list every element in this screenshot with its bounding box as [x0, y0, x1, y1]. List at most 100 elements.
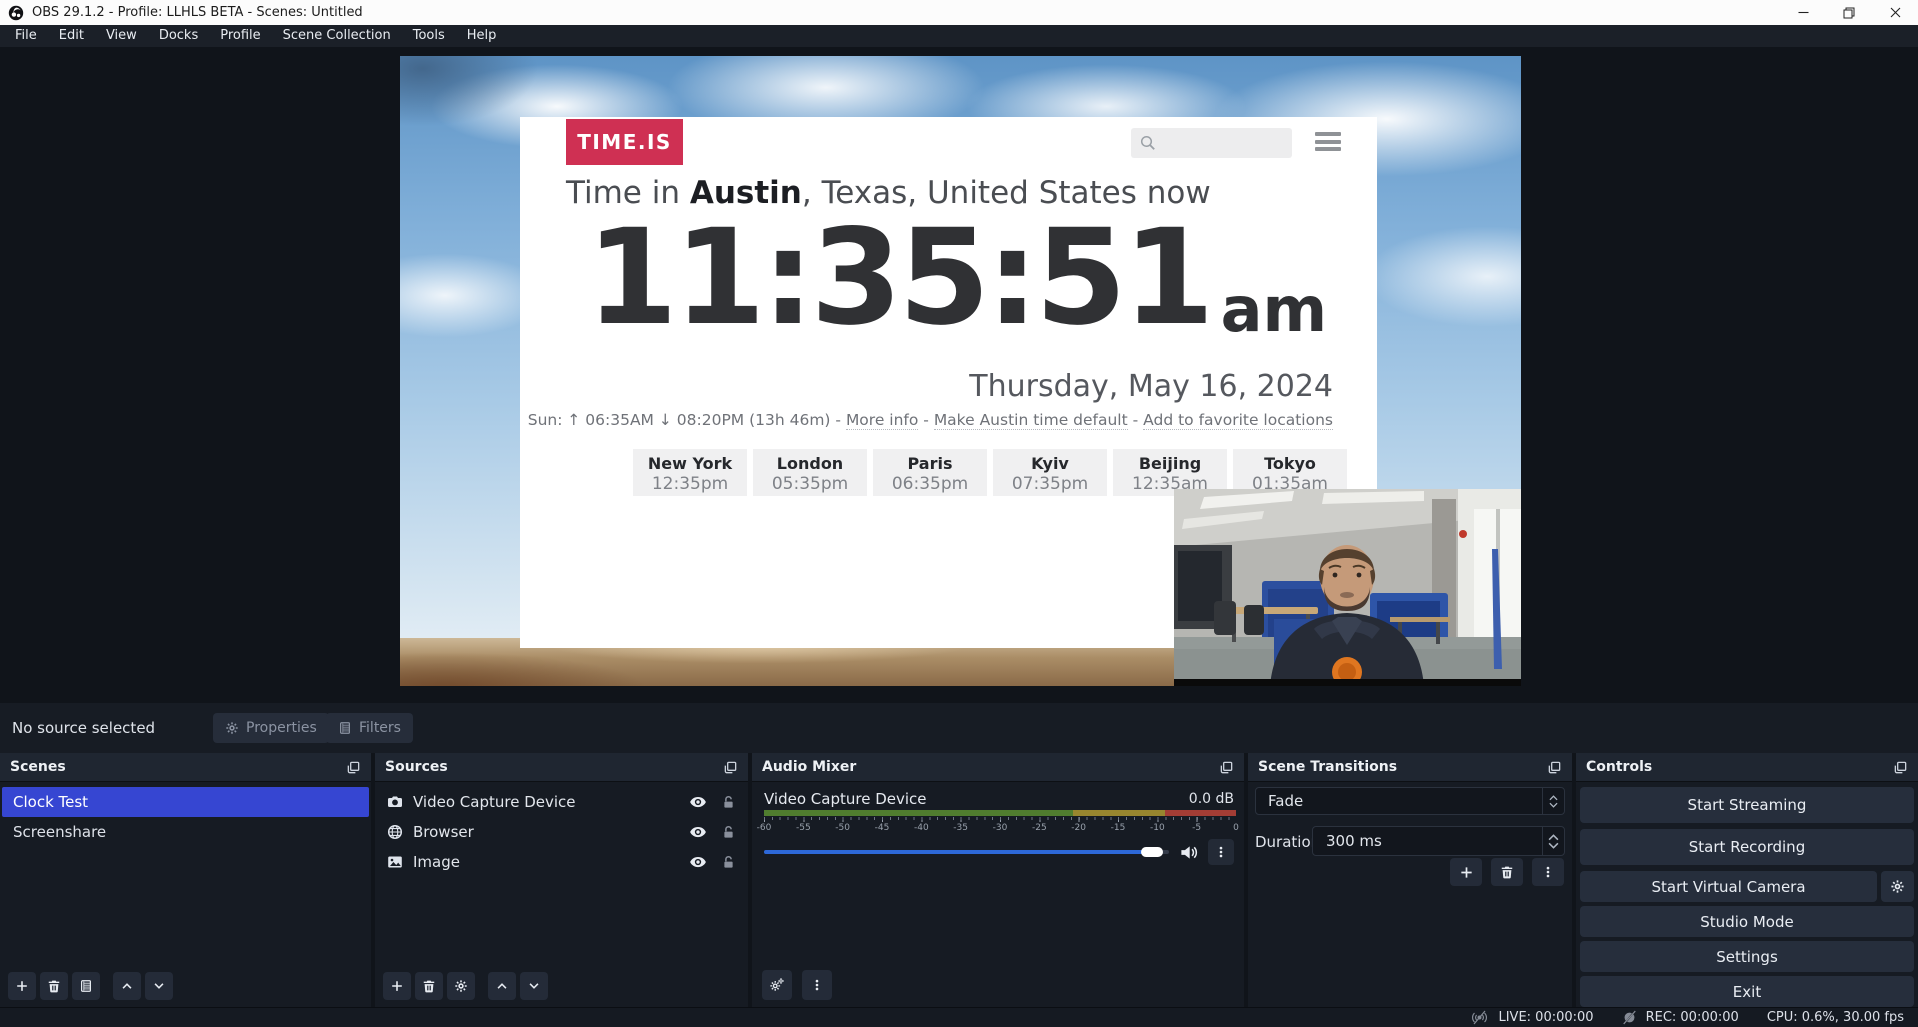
filters-button[interactable]: Filters [326, 713, 413, 743]
visibility-eye-icon[interactable] [689, 793, 707, 811]
selection-status-text: No source selected [12, 719, 155, 737]
preview-canvas[interactable]: TIME.IS Time in Austin, Texas, United St… [0, 47, 1918, 703]
menu-edit[interactable]: Edit [48, 25, 95, 47]
city-box: Paris06:35pm [873, 449, 987, 496]
volume-slider-handle[interactable] [1141, 847, 1163, 857]
hamburger-menu-icon [1315, 132, 1341, 151]
scenes-toolbar [8, 972, 173, 1000]
webcam-video-source[interactable] [1174, 489, 1521, 686]
remove-source-button[interactable] [415, 972, 443, 1000]
source-row-browser[interactable]: Browser [375, 817, 748, 847]
properties-button[interactable]: Properties [213, 713, 329, 743]
visibility-eye-icon[interactable] [689, 853, 707, 871]
remove-scene-button[interactable] [40, 972, 68, 1000]
lock-icon[interactable] [721, 855, 736, 870]
source-list: Video Capture Device Browser [375, 787, 748, 877]
sun-info-line: Sun: ↑ 06:35AM ↓ 08:20PM (13h 46m) - Mor… [528, 411, 1333, 429]
visibility-eye-icon[interactable] [689, 823, 707, 841]
close-button[interactable] [1872, 0, 1918, 25]
duration-spinbox[interactable]: 300 ms [1312, 826, 1565, 856]
scene-list: Clock Test Screenshare [0, 787, 371, 847]
start-virtual-camera-button[interactable]: Start Virtual Camera [1580, 871, 1877, 902]
scenes-dock: Scenes Clock Test Screenshare [0, 753, 371, 1007]
source-properties-button[interactable] [447, 972, 475, 1000]
make-default-link: Make Austin time default [934, 411, 1128, 430]
source-down-button[interactable] [520, 972, 548, 1000]
popout-icon[interactable] [346, 760, 361, 775]
popout-icon[interactable] [723, 760, 738, 775]
scene-down-button[interactable] [145, 972, 173, 1000]
scene-item-clock-test[interactable]: Clock Test [2, 787, 369, 817]
scene-transitions-dock: Scene Transitions Fade Duration 300 ms [1248, 753, 1572, 1007]
add-favorite-link: Add to favorite locations [1143, 411, 1333, 430]
program-video[interactable]: TIME.IS Time in Austin, Texas, United St… [400, 56, 1521, 686]
lock-icon[interactable] [721, 825, 736, 840]
audio-mixer-header: Audio Mixer [752, 753, 1244, 782]
sources-toolbar [383, 972, 548, 1000]
advanced-audio-button[interactable] [762, 970, 792, 1000]
channel-menu-button[interactable] [1208, 839, 1234, 865]
virtual-camera-settings-button[interactable] [1881, 871, 1914, 902]
add-source-button[interactable] [383, 972, 411, 1000]
mixer-toolbar [762, 970, 832, 1000]
title-bar: OBS 29.1.2 - Profile: LLHLS BETA - Scene… [0, 0, 1918, 25]
city-box: Kyiv07:35pm [993, 449, 1107, 496]
rec-timer: REC: 00:00:00 [1646, 1010, 1739, 1025]
settings-button[interactable]: Settings [1580, 941, 1914, 972]
source-up-button[interactable] [488, 972, 516, 1000]
transition-menu-button[interactable] [1532, 858, 1564, 886]
mixer-channel-name: Video Capture Device [764, 790, 927, 808]
select-spinner-icons[interactable] [1542, 788, 1564, 814]
exit-button[interactable]: Exit [1580, 976, 1914, 1007]
transition-select[interactable]: Fade [1255, 787, 1565, 815]
meter-scale: -60 -55 -50 -45 -40 -35 -30 -25 -20 -15 … [764, 817, 1236, 835]
filters-icon [338, 721, 352, 735]
menu-view[interactable]: View [95, 25, 148, 47]
city-box: New York12:35pm [633, 449, 747, 496]
menu-profile[interactable]: Profile [209, 25, 271, 47]
menu-tools[interactable]: Tools [402, 25, 456, 47]
stream-status-icon [1470, 1010, 1489, 1025]
add-scene-button[interactable] [8, 972, 36, 1000]
add-transition-button[interactable] [1450, 858, 1482, 886]
minimize-button[interactable] [1780, 0, 1826, 25]
menu-scene-collection[interactable]: Scene Collection [272, 25, 402, 47]
scene-item-screenshare[interactable]: Screenshare [2, 817, 369, 847]
studio-mode-button[interactable]: Studio Mode [1580, 906, 1914, 937]
popout-icon[interactable] [1547, 760, 1562, 775]
sources-header: Sources [375, 753, 748, 782]
remove-transition-button[interactable] [1491, 858, 1523, 886]
lock-icon[interactable] [721, 795, 736, 810]
spinbox-arrows[interactable] [1542, 827, 1564, 855]
obs-main-window: OBS 29.1.2 - Profile: LLHLS BETA - Scene… [0, 0, 1918, 1027]
more-info-link: More info [846, 411, 918, 430]
source-selection-bar: No source selected Properties Filters [0, 703, 1918, 753]
clock-time: 11:35:51 [586, 209, 1211, 348]
scene-filters-button[interactable] [72, 972, 100, 1000]
scene-up-button[interactable] [113, 972, 141, 1000]
menu-bar: File Edit View Docks Profile Scene Colle… [0, 25, 1918, 47]
city-box: London05:35pm [753, 449, 867, 496]
menu-docks[interactable]: Docks [148, 25, 209, 47]
menu-file[interactable]: File [4, 25, 48, 47]
menu-help[interactable]: Help [456, 25, 508, 47]
audio-level-meter [764, 810, 1236, 816]
clock-meridiem: am [1221, 273, 1327, 347]
restore-button[interactable] [1826, 0, 1872, 25]
start-streaming-button[interactable]: Start Streaming [1580, 787, 1914, 823]
volume-slider[interactable] [764, 850, 1169, 854]
popout-icon[interactable] [1219, 760, 1234, 775]
window-title: OBS 29.1.2 - Profile: LLHLS BETA - Scene… [32, 5, 363, 20]
controls-dock: Controls Start Streaming Start Recording… [1576, 753, 1918, 1007]
popout-icon[interactable] [1893, 760, 1908, 775]
speaker-icon[interactable] [1179, 843, 1198, 862]
controls-header: Controls [1576, 753, 1918, 782]
mixer-menu-button[interactable] [802, 970, 832, 1000]
source-row-image[interactable]: Image [375, 847, 748, 877]
mixer-level-db: 0.0 dB [1189, 791, 1234, 807]
camera-icon [387, 794, 403, 810]
source-row-video-capture[interactable]: Video Capture Device [375, 787, 748, 817]
live-timer: LIVE: 00:00:00 [1498, 1010, 1593, 1025]
timeis-logo: TIME.IS [566, 119, 683, 165]
start-recording-button[interactable]: Start Recording [1580, 829, 1914, 865]
